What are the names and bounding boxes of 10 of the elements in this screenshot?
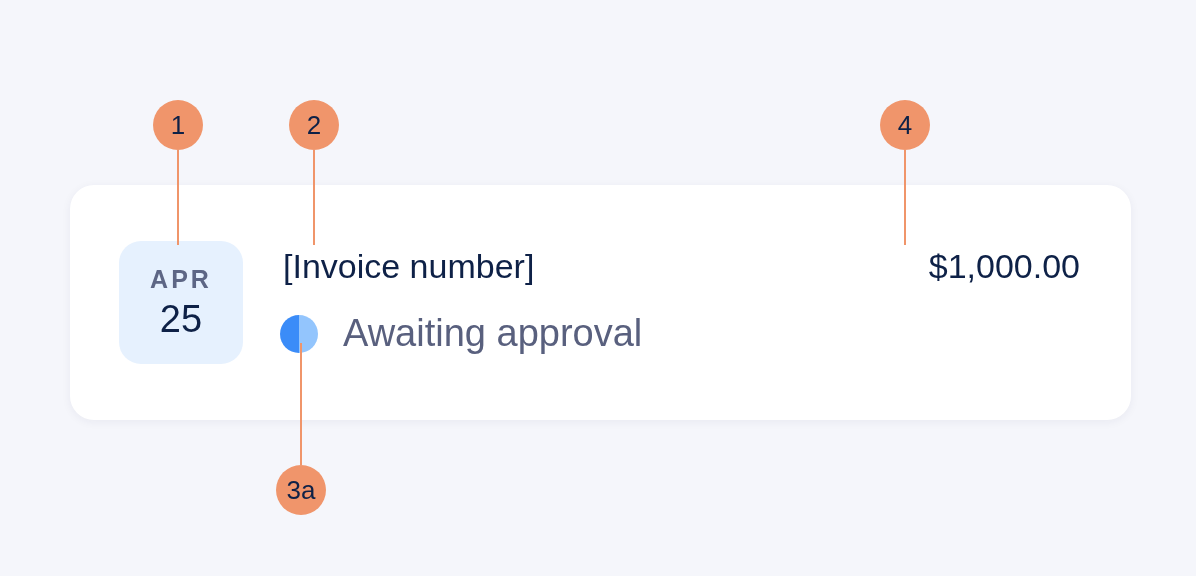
callout-marker: 3a (276, 465, 326, 515)
date-month: APR (150, 264, 212, 294)
invoice-title: [Invoice number] (283, 247, 535, 286)
status-text: Awaiting approval (343, 312, 643, 355)
half-circle-icon (280, 314, 318, 353)
callout-marker: 4 (880, 100, 930, 150)
date-day: 25 (159, 297, 203, 341)
callout-marker: 1 (153, 100, 203, 150)
invoice-amount: $1,000.00 (928, 247, 1080, 286)
callout-marker: 2 (289, 100, 339, 150)
